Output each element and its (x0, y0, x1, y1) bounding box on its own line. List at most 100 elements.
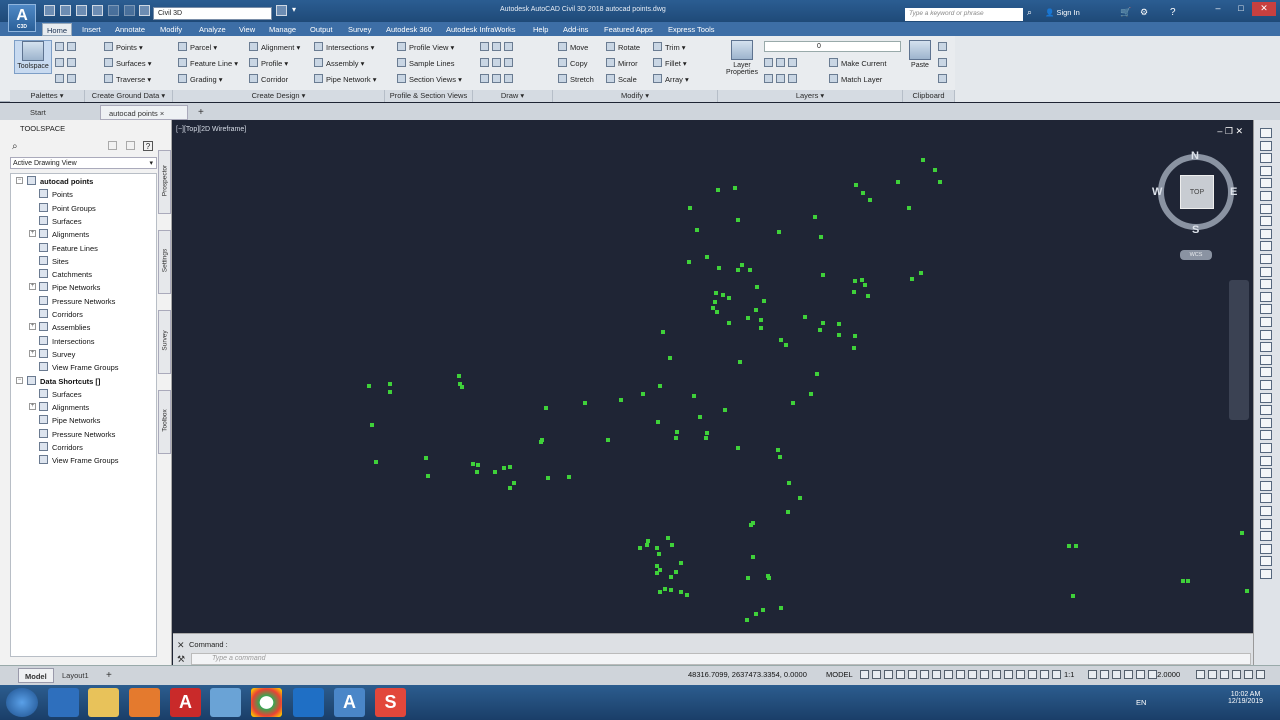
survey-point[interactable] (786, 510, 790, 514)
annotation-scale[interactable]: 1:1 (1064, 670, 1074, 679)
survey-point[interactable] (778, 455, 782, 459)
redo-icon[interactable] (124, 5, 135, 16)
survey-point[interactable] (619, 398, 623, 402)
close-button[interactable]: ✕ (1252, 2, 1276, 16)
toolbar-icon[interactable] (1260, 128, 1272, 138)
toolbar-icon[interactable] (1260, 430, 1272, 441)
status-toggle-icon[interactable] (1208, 670, 1217, 679)
survey-point[interactable] (1074, 544, 1078, 548)
survey-point[interactable] (921, 158, 925, 162)
outlook-icon[interactable] (293, 688, 324, 717)
survey-point[interactable] (861, 191, 865, 195)
search-icon[interactable]: ⌕ (1027, 7, 1039, 19)
qat-customize-icon[interactable] (276, 5, 287, 16)
survey-point[interactable] (746, 316, 750, 320)
scale-button[interactable]: Scale (606, 74, 637, 85)
tree-item[interactable]: View Frame Groups (39, 362, 119, 373)
survey-point[interactable] (907, 206, 911, 210)
exchange-icon[interactable]: ⚙ (1140, 7, 1148, 18)
civil3d-icon[interactable]: A (334, 688, 365, 717)
wcs-menu[interactable]: WCS (1180, 250, 1212, 260)
survey-point[interactable] (759, 318, 763, 322)
survey-point[interactable] (388, 390, 392, 394)
tree-item[interactable]: Feature Lines (39, 242, 98, 254)
survey-point[interactable] (745, 618, 749, 622)
survey-point[interactable] (723, 408, 727, 412)
viewport-controls-label[interactable]: [−][Top][2D Wireframe] (176, 126, 246, 133)
survey-point[interactable] (738, 360, 742, 364)
section-views-button[interactable]: Section Views ▾ (397, 74, 462, 85)
survey-point[interactable] (508, 465, 512, 469)
make-current-button[interactable]: Make Current (829, 58, 886, 69)
toolbar-icon[interactable] (1260, 228, 1272, 239)
survey-point[interactable] (896, 180, 900, 184)
corridor-button[interactable]: Corridor (249, 74, 288, 85)
survey-point[interactable] (746, 576, 750, 580)
tree-item[interactable]: Pipe Networks (39, 282, 100, 293)
survey-point[interactable] (685, 593, 689, 597)
survey-point[interactable] (815, 372, 819, 376)
array-button[interactable]: Array ▾ (653, 74, 689, 85)
tree-item[interactable]: Pipe Networks (39, 415, 100, 426)
survey-point[interactable] (475, 470, 479, 474)
line-tool-button[interactable] (480, 42, 516, 53)
survey-point[interactable] (656, 420, 660, 424)
survey-point[interactable] (766, 574, 770, 578)
survey-point[interactable] (818, 328, 822, 332)
survey-point[interactable] (854, 183, 858, 187)
survey-point[interactable] (546, 476, 550, 480)
open-icon[interactable] (60, 5, 71, 16)
toolbar-icon[interactable] (1260, 165, 1272, 176)
survey-point[interactable] (711, 306, 715, 310)
status-toggle-icon[interactable] (968, 670, 977, 679)
survey-point[interactable] (736, 218, 740, 222)
survey-point[interactable] (666, 536, 670, 540)
layer-dropdown[interactable]: 0 (764, 41, 901, 52)
fillet-button[interactable]: Fillet ▾ (653, 58, 687, 69)
tree-item[interactable]: View Frame Groups (39, 455, 119, 466)
status-toggle-icon[interactable] (1148, 670, 1157, 679)
survey-point[interactable] (798, 496, 802, 500)
rotate-button[interactable]: Rotate (606, 42, 640, 53)
cut-icon[interactable] (938, 42, 950, 53)
toolbar-icon[interactable] (1260, 493, 1272, 504)
survey-point[interactable] (736, 446, 740, 450)
toolbar-icon[interactable] (1260, 543, 1272, 554)
panel-layers[interactable]: Layers ▾ (718, 90, 903, 102)
viewcube-top-face[interactable]: TOP (1180, 175, 1214, 209)
point-cloud[interactable] (173, 120, 1253, 632)
status-toggle-icon[interactable] (920, 670, 929, 679)
autocad-icon[interactable]: A (170, 688, 201, 717)
survey-point[interactable] (868, 198, 872, 202)
survey-point[interactable] (663, 587, 667, 591)
tree-expander[interactable]: + (29, 230, 36, 238)
status-toggle-icon[interactable] (944, 670, 953, 679)
panel-create-design[interactable]: Create Design ▾ (173, 90, 385, 102)
survey-point[interactable] (779, 338, 783, 342)
match-layer-button[interactable]: Match Layer (829, 74, 882, 85)
survey-point[interactable] (733, 186, 737, 190)
tree-item[interactable]: Surfaces (39, 215, 82, 227)
panel-clipboard[interactable]: Clipboard (903, 90, 955, 102)
tab-featured-apps[interactable]: Featured Apps (600, 23, 657, 36)
new-tab-button[interactable]: + (190, 105, 212, 120)
toolbar-icon[interactable] (1260, 304, 1272, 315)
survey-point[interactable] (727, 296, 731, 300)
survey-point[interactable] (679, 590, 683, 594)
profile-view-button[interactable]: Profile View ▾ (397, 42, 454, 53)
survey-point[interactable] (583, 401, 587, 405)
status-toggle-icon[interactable] (1040, 670, 1049, 679)
points-button[interactable]: Points ▾ (104, 42, 143, 53)
tree-item[interactable]: Surfaces (39, 388, 82, 400)
wrench-icon[interactable]: ⚒ (177, 654, 185, 665)
survey-point[interactable] (670, 543, 674, 547)
survey-point[interactable] (460, 385, 464, 389)
survey-point[interactable] (762, 299, 766, 303)
screen-recorder-icon[interactable]: S (375, 688, 406, 717)
survey-point[interactable] (674, 570, 678, 574)
survey-point[interactable] (776, 448, 780, 452)
survey-point[interactable] (1245, 589, 1249, 593)
internet-explorer-icon[interactable] (48, 688, 79, 717)
survey-point[interactable] (688, 206, 692, 210)
survey-point[interactable] (933, 168, 937, 172)
